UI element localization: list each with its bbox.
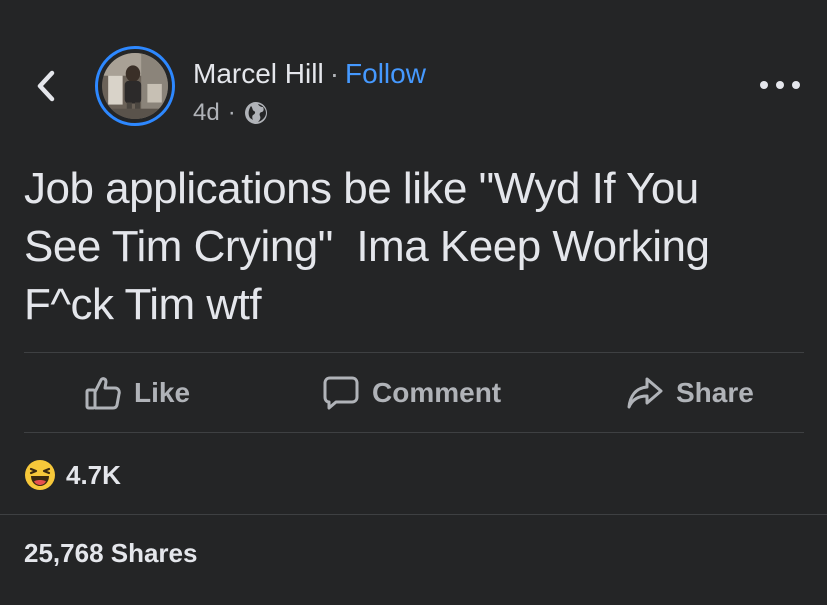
comment-button[interactable]: Comment [322,354,501,432]
globe-icon [244,102,267,124]
divider [24,432,804,433]
post-time[interactable]: 4d [193,98,220,128]
comment-label: Comment [372,377,502,408]
post-meta: 4d · [193,98,268,128]
share-button[interactable]: Share [626,354,754,432]
chevron-left-icon [37,70,55,102]
back-button[interactable] [30,66,62,106]
reactions-summary[interactable]: 4.7K [24,455,121,495]
divider [0,514,827,515]
more-dot [760,81,768,89]
post-text: Job applications be like "Wyd If You See… [24,164,722,329]
like-button[interactable]: Like [84,354,190,432]
share-icon [627,377,663,409]
author-name[interactable]: Marcel Hill [193,58,324,89]
post-actions: Like Comment Share [24,354,804,432]
like-label: Like [134,377,191,408]
shares-count[interactable]: 25,768 Shares [24,538,197,569]
more-options-button[interactable] [760,70,800,100]
comment-icon [323,376,359,410]
divider [24,352,804,353]
avatar-image [102,53,168,119]
author-avatar[interactable] [95,46,175,126]
follow-button[interactable]: Follow [345,58,426,89]
share-label: Share [676,377,754,408]
thumbs-up-icon [85,377,121,410]
author-row: Marcel Hill · Follow [193,56,426,92]
reaction-count: 4.7K [66,459,121,490]
more-dot [776,81,784,89]
more-dot [792,81,800,89]
name-separator: · [329,58,340,89]
laughing-emoji-icon [25,460,55,490]
meta-separator: · [227,99,236,126]
